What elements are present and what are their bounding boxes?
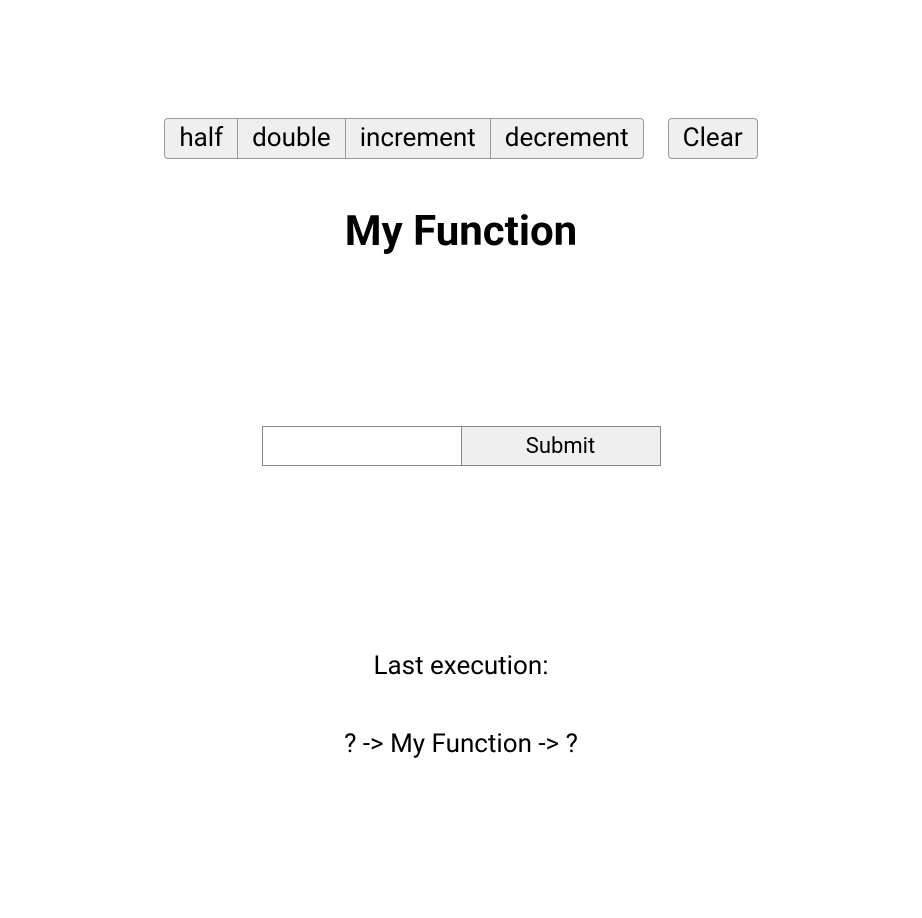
half-button[interactable]: half	[164, 118, 238, 159]
op-button-group: half double increment decrement	[164, 118, 643, 159]
submit-form: Submit	[262, 426, 661, 466]
app-container: half double increment decrement Clear My…	[0, 0, 922, 759]
last-execution-label: Last execution:	[374, 651, 549, 681]
double-button[interactable]: double	[237, 118, 346, 159]
clear-button[interactable]: Clear	[668, 118, 758, 159]
submit-button[interactable]: Submit	[461, 426, 661, 466]
increment-button[interactable]: increment	[345, 118, 491, 159]
page-title: My Function	[345, 207, 577, 256]
decrement-button[interactable]: decrement	[490, 118, 644, 159]
toolbar: half double increment decrement Clear	[164, 118, 757, 159]
value-input[interactable]	[262, 426, 462, 466]
last-execution-value: ? -> My Function -> ?	[344, 729, 578, 759]
